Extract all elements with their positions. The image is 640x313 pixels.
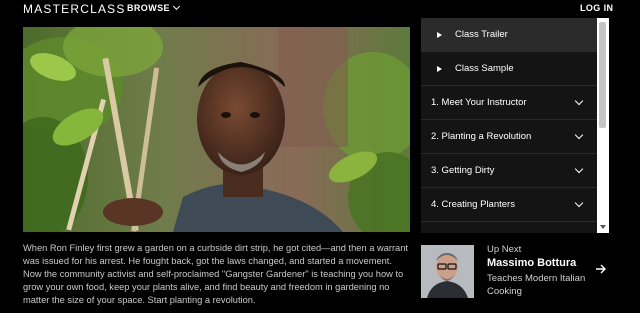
- up-next-subtitle: Teaches Modern Italian Cooking: [487, 273, 586, 297]
- up-next-label: Up Next: [487, 244, 522, 255]
- play-icon: [437, 31, 442, 38]
- chevron-down-icon: [574, 130, 584, 140]
- chevron-down-icon: [574, 164, 584, 174]
- lesson-item-class-sample[interactable]: Class Sample: [421, 52, 597, 86]
- up-next-card[interactable]: Up Next Massimo Bottura Teaches Modern I…: [421, 242, 611, 302]
- chapter-label: 1. Meet Your Instructor: [431, 97, 527, 108]
- chapter-item-4[interactable]: 4. Creating Planters: [421, 188, 597, 222]
- arrow-right-icon[interactable]: [594, 262, 608, 276]
- browse-menu[interactable]: BROWSE: [127, 2, 180, 13]
- login-link[interactable]: LOG IN: [580, 3, 613, 13]
- up-next-thumbnail: [421, 245, 474, 298]
- video-player[interactable]: [23, 27, 410, 232]
- chapter-label: 4. Creating Planters: [431, 199, 515, 210]
- chapter-item-3[interactable]: 3. Getting Dirty: [421, 154, 597, 188]
- up-next-instructor: Massimo Bottura: [487, 257, 577, 269]
- lesson-list: Class Trailer Class Sample 1. Meet Your …: [421, 18, 597, 233]
- scrollbar-thumb[interactable]: [599, 22, 606, 128]
- chevron-down-icon: [172, 2, 180, 11]
- lesson-label: Class Sample: [455, 63, 514, 74]
- lesson-item-class-trailer[interactable]: Class Trailer: [421, 18, 597, 52]
- masterclass-logo[interactable]: MASTERCLASS: [23, 2, 126, 16]
- lesson-label: Class Trailer: [455, 29, 508, 40]
- chapter-item-1[interactable]: 1. Meet Your Instructor: [421, 86, 597, 120]
- class-description: When Ron Finley first grew a garden on a…: [23, 243, 408, 305]
- chapter-label: 3. Getting Dirty: [431, 165, 495, 176]
- play-icon: [437, 65, 442, 72]
- chevron-down-icon: [574, 96, 584, 106]
- chapter-label: 2. Planting a Revolution: [431, 131, 532, 142]
- chapter-item-2[interactable]: 2. Planting a Revolution: [421, 120, 597, 154]
- top-nav: MASTERCLASS BROWSE LOG IN: [0, 0, 640, 18]
- chevron-down-icon: [574, 198, 584, 208]
- browse-label: BROWSE: [127, 3, 170, 13]
- scroll-down-arrow-icon[interactable]: [600, 225, 606, 229]
- instructor-video-frame: [23, 27, 410, 232]
